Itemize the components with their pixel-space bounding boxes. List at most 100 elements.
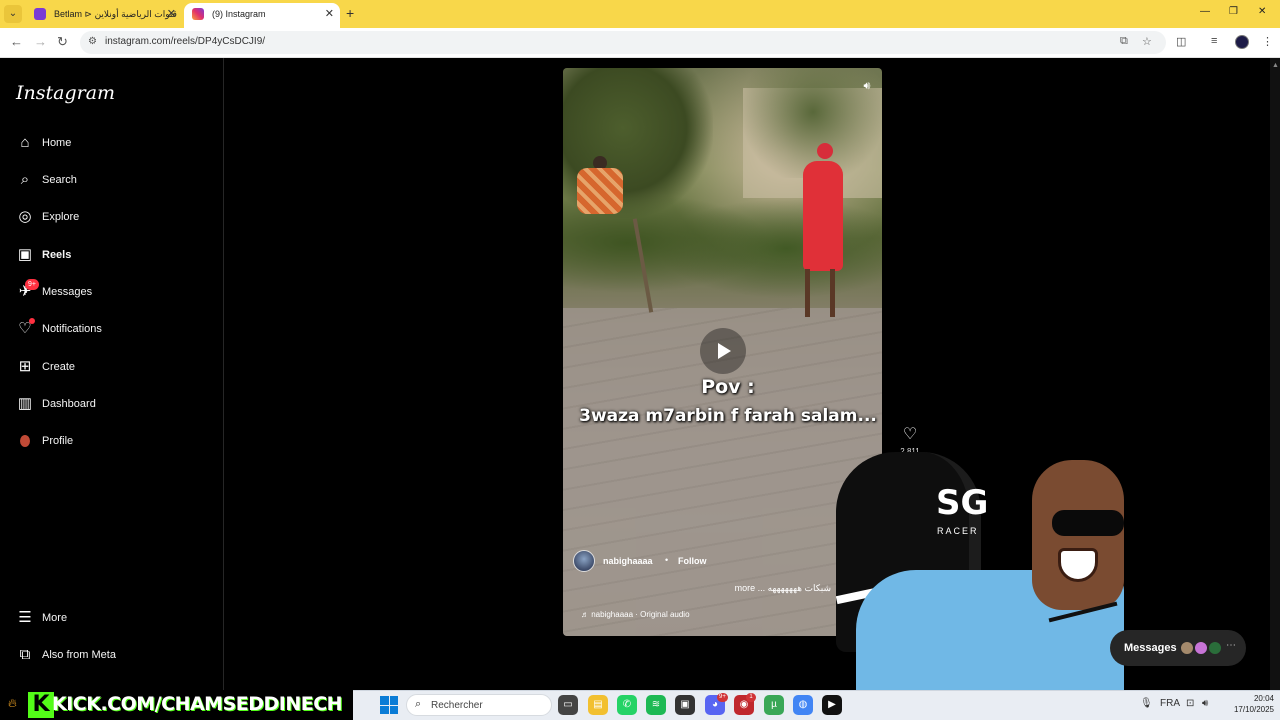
minimize-icon[interactable]: — (1200, 6, 1210, 17)
install-app-icon[interactable]: ⧉ (1120, 35, 1128, 48)
author-avatar[interactable] (573, 550, 595, 572)
kick-app-icon[interactable]: ▶ (822, 695, 842, 715)
reel-video[interactable]: 🔊︎ Pov : 3waza m7arbin f farah salam... … (563, 68, 882, 636)
sidebar-item-reels[interactable]: ▣ Reels (0, 239, 224, 273)
browser-tab-strip: ⌄ Betlam ⊳ قنوات الرياضية أونلاين ✕ (9) … (0, 0, 1280, 28)
extensions-icon[interactable]: ◫ (1176, 35, 1186, 48)
messages-drawer-button[interactable]: Messages ⋯ (1110, 630, 1246, 666)
chart-icon: ▥ (17, 395, 33, 412)
bookmark-star-icon[interactable]: ☆ (1142, 35, 1152, 48)
new-tab-icon[interactable]: + (346, 5, 354, 21)
windows-start-icon[interactable] (380, 696, 398, 714)
app-badge: 1 (746, 693, 756, 702)
restore-icon[interactable]: ❐ (1229, 6, 1238, 17)
browser-profile-avatar[interactable] (1235, 35, 1249, 49)
sidebar-item-label: Reels (42, 249, 72, 261)
address-bar[interactable]: ⚙ instagram.com/reels/DP4yCsDCJI9/ ⧉ ☆ (80, 31, 1166, 54)
back-icon[interactable]: ← (10, 34, 23, 49)
taskbar-search[interactable]: ⌕ Rechercher (406, 694, 552, 716)
video-caption-text: 3waza m7arbin f farah salam... (579, 406, 877, 426)
capture-app-icon[interactable]: ▣ (675, 695, 695, 715)
menu-icon: ☰ (18, 609, 32, 626)
tab-instagram[interactable]: (9) Instagram ✕ (184, 3, 340, 28)
system-clock[interactable]: 20:04 17/10/2025 (1222, 693, 1274, 715)
search-placeholder: Rechercher (431, 700, 483, 711)
sidebar-item-label: More (42, 612, 68, 624)
whatsapp-icon[interactable]: ✆ (617, 695, 637, 715)
site-info-icon[interactable]: ⚙ (88, 36, 97, 47)
instagram-favicon-icon (192, 8, 204, 20)
sidebar-item-explore[interactable]: ◎ Explore (0, 201, 224, 235)
language-indicator[interactable]: FRA (1160, 698, 1180, 709)
sidebar-item-label: Home (42, 137, 72, 149)
follow-button[interactable]: Follow (678, 556, 707, 566)
scroll-up-icon[interactable]: ▲ (1272, 62, 1279, 70)
sidebar-item-notifications[interactable]: ♡ Notifications (0, 313, 224, 347)
volume-icon[interactable]: 🔊︎ (1202, 698, 1208, 709)
close-tab-icon[interactable]: ✕ (167, 3, 176, 25)
profile-avatar (20, 435, 30, 447)
sidebar-item-search[interactable]: ⌕ Search (0, 164, 224, 198)
reels-icon: ▣ (17, 246, 33, 263)
sidebar-item-create[interactable]: ⊞ Create (0, 351, 224, 385)
instagram-sidebar: Instagram ⌂ Home ⌕ Search ◎ Explore ▣ Re… (0, 58, 224, 690)
reload-icon[interactable]: ↻ (57, 34, 68, 50)
microphone-icon[interactable]: 🎙︎ (1140, 698, 1153, 709)
url-text[interactable]: instagram.com/reels/DP4yCsDCJI9/ (105, 36, 265, 47)
sidebar-item-label: Messages (42, 286, 93, 298)
utorrent-icon[interactable]: µ (764, 695, 784, 715)
task-view-icon[interactable]: ▭ (558, 695, 578, 715)
kick-banner-text: KICK.COM/CHAMSEDDINECH (52, 693, 343, 715)
streamer-webcam-overlay: SG RACER (836, 440, 1124, 690)
streamer-sunglasses (1052, 510, 1124, 536)
file-explorer-icon[interactable]: ▤ (588, 695, 608, 715)
sidebar-item-label: Dashboard (42, 398, 96, 410)
audio-volume-icon[interactable]: 🔊︎ (859, 78, 875, 94)
sidebar-item-more[interactable]: ☰ More (0, 602, 224, 636)
tab-betlam[interactable]: Betlam ⊳ قنوات الرياضية أونلاين ✕ (26, 3, 182, 28)
sidebar-item-label: Profile (42, 435, 74, 447)
sidebar-item-profile[interactable]: Profile (0, 425, 224, 459)
meta-apps-icon: ⧉ (19, 646, 31, 663)
chair-logo: SG (936, 483, 989, 523)
sidebar-item-label: Explore (42, 211, 80, 223)
sidebar-item-messages[interactable]: ✈ 9+ Messages (0, 276, 224, 310)
tab-title: (9) Instagram (212, 9, 266, 19)
chair-brand-text: RACER (937, 526, 979, 536)
chrome-icon[interactable]: ◍ (793, 695, 813, 715)
kick-stream-banner: 🔥︎ K KICK.COM/CHAMSEDDINECH (0, 690, 353, 720)
close-tab-icon[interactable]: ✕ (325, 3, 334, 25)
network-icon[interactable]: ⊡ (1186, 698, 1194, 709)
video-person-orange (567, 156, 631, 216)
search-icon: ⌕ (20, 171, 30, 188)
browser-menu-icon[interactable]: ⋮ (1262, 35, 1273, 48)
instagram-logo[interactable]: Instagram (16, 82, 115, 104)
sidebar-item-dashboard[interactable]: ▥ Dashboard (0, 388, 224, 422)
clock-date: 17/10/2025 (1233, 705, 1274, 714)
messages-label: Messages (1124, 642, 1177, 654)
kick-logo-icon: K (28, 692, 54, 718)
banner-flame-icon: 🔥︎ (8, 696, 17, 710)
sidebar-item-also-from-meta[interactable]: ⧉ Also from Meta (0, 639, 224, 673)
plus-square-icon: ⊞ (18, 358, 32, 375)
reel-audio-link[interactable]: ♬ nabighaaaa · Original audio (581, 610, 690, 619)
spotify-icon[interactable]: ≋ (646, 695, 666, 715)
contact-avatar (1180, 641, 1194, 655)
media-controls-icon[interactable]: ≡ (1211, 35, 1217, 47)
sidebar-item-label: Notifications (42, 323, 102, 335)
more-avatars-icon: ⋯ (1226, 640, 1236, 651)
tab-search-chevron-icon[interactable]: ⌄ (4, 5, 22, 23)
close-window-icon[interactable]: ✕ (1258, 6, 1266, 17)
forward-icon[interactable]: → (34, 34, 47, 49)
search-icon: ⌕ (415, 698, 422, 710)
sidebar-item-label: Search (42, 174, 77, 186)
video-caption-title: Pov : (701, 376, 755, 398)
compass-icon: ◎ (18, 208, 32, 225)
page-scrollbar[interactable]: ▲ (1270, 58, 1280, 690)
reel-description[interactable]: more ... شبكات هههههههه (683, 583, 831, 594)
author-username[interactable]: nabighaaaa (603, 556, 653, 566)
messages-badge: 9+ (25, 279, 39, 290)
play-button[interactable] (700, 328, 746, 374)
sidebar-item-home[interactable]: ⌂ Home (0, 127, 224, 161)
sidebar-item-label: Also from Meta (42, 649, 116, 661)
